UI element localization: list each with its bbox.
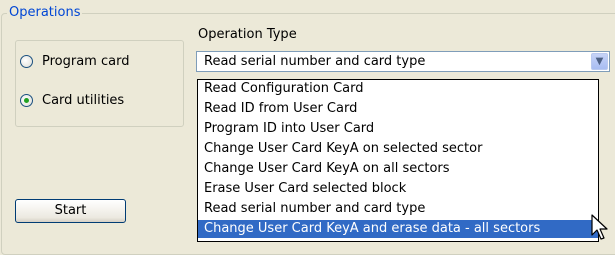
operations-group-title: Operations (7, 5, 83, 21)
dropdown-item[interactable]: Erase User Card selected block (198, 180, 598, 198)
chevron-down-icon[interactable]: ▼ (591, 53, 608, 70)
dropdown-item[interactable]: Read ID from User Card (198, 100, 598, 118)
start-button[interactable]: Start (15, 199, 126, 223)
radio-card-utilities[interactable]: Card utilities (20, 90, 124, 110)
operation-type-combobox[interactable]: Read serial number and card type ▼ (196, 51, 610, 72)
operation-type-dropdown-list: Read Configuration Card Read ID from Use… (197, 79, 599, 242)
dropdown-item-highlighted[interactable]: Change User Card KeyA and erase data - a… (198, 220, 598, 238)
radio-button-icon[interactable] (20, 54, 33, 68)
radio-program-card[interactable]: Program card (20, 51, 129, 71)
radio-card-utilities-label: Card utilities (42, 92, 125, 108)
dropdown-item[interactable]: Read Configuration Card (198, 80, 598, 98)
dropdown-item[interactable]: Change User Card KeyA on selected sector (198, 140, 598, 158)
operation-type-selected-value: Read serial number and card type (204, 54, 426, 69)
dropdown-item[interactable]: Program ID into User Card (198, 120, 598, 138)
radio-button-checked-icon[interactable] (20, 93, 33, 107)
radio-program-card-label: Program card (42, 53, 130, 69)
dropdown-item[interactable]: Change User Card KeyA on all sectors (198, 160, 598, 178)
operation-type-label: Operation Type (198, 27, 297, 42)
mouse-pointer-icon (591, 214, 608, 240)
dropdown-item[interactable]: Read serial number and card type (198, 200, 598, 218)
